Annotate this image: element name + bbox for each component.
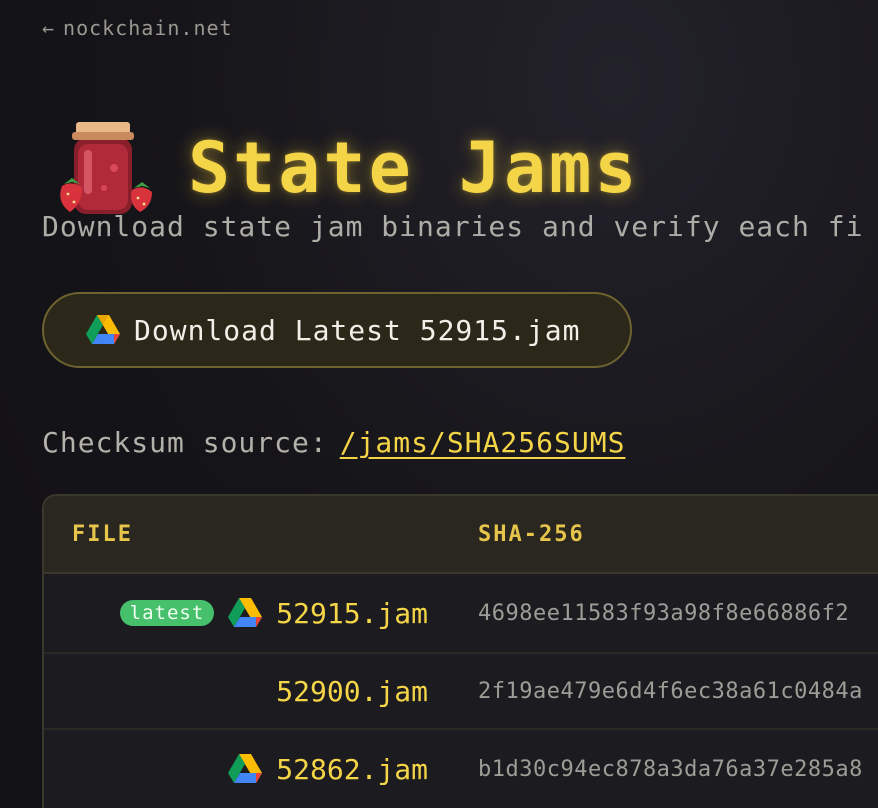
checksum-line: Checksum source: /jams/SHA256SUMS: [42, 426, 625, 459]
google-drive-icon[interactable]: [226, 596, 264, 630]
file-link[interactable]: 52915.jam: [276, 597, 428, 630]
column-header-file: FILE: [72, 521, 133, 547]
jams-table: FILE SHA-256 latest 52915.jam 4698ee1158…: [42, 494, 878, 808]
table-row: latest 52915.jam 4698ee11583f93a98f8e668…: [44, 574, 878, 654]
sha256-cell: 4698ee11583f93a98f8e66886f2: [478, 600, 850, 626]
sha256-cell: 2f19ae479e6d4f6ec38a61c0484a: [478, 678, 863, 704]
back-link[interactable]: ← nockchain.net: [42, 16, 233, 40]
checksum-source-link[interactable]: /jams/SHA256SUMS: [340, 426, 626, 459]
sha256-cell: b1d30c94ec878a3da76a37e285a8: [478, 756, 863, 782]
page-title: State Jams: [188, 126, 640, 209]
back-link-label: nockchain.net: [63, 16, 233, 40]
table-row: 52900.jam 2f19ae479e6d4f6ec38a61c0484a: [44, 654, 878, 730]
column-header-sha256: SHA-256: [478, 521, 585, 547]
page-subtitle: Download state jam binaries and verify e…: [42, 210, 864, 243]
google-drive-icon: [86, 315, 120, 344]
download-latest-label: Download Latest 52915.jam: [134, 313, 581, 347]
file-cell: 52900.jam: [44, 675, 452, 708]
checksum-label: Checksum source:: [42, 426, 328, 459]
file-cell: latest 52915.jam: [44, 596, 452, 630]
file-cell: 52862.jam: [44, 752, 452, 786]
jam-jar-icon: [60, 121, 152, 214]
google-drive-icon[interactable]: [226, 752, 264, 786]
latest-badge: latest: [119, 600, 215, 626]
file-link[interactable]: 52862.jam: [276, 753, 428, 786]
table-header: FILE SHA-256: [44, 496, 878, 574]
file-link[interactable]: 52900.jam: [276, 675, 428, 708]
page: ← nockchain.net State Jams Download state…: [0, 0, 878, 808]
table-row: 52862.jam b1d30c94ec878a3da76a37e285a8: [44, 730, 878, 808]
back-arrow-icon: ←: [42, 16, 56, 40]
download-latest-button[interactable]: Download Latest 52915.jam: [42, 292, 632, 368]
